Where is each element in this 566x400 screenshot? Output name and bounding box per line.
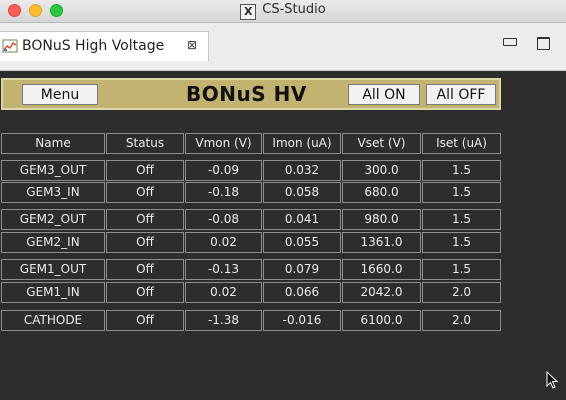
cell-status: Off — [106, 282, 184, 303]
cell-status: Off — [106, 310, 184, 331]
cell-vset: 1361.0 — [342, 232, 421, 253]
cell-vmon: 0.02 — [185, 232, 262, 253]
menu-button[interactable]: Menu — [22, 84, 98, 105]
cell-imon: 0.041 — [263, 209, 341, 230]
opi-display: Menu BONuS HV All ON All OFF Name Status V… — [0, 71, 566, 400]
cell-iset: 1.5 — [422, 209, 501, 230]
cell-vmon: -1.38 — [185, 310, 262, 331]
cell-name: GEM2_OUT — [1, 209, 105, 230]
cell-iset: 2.0 — [422, 282, 501, 303]
cell-imon: 0.066 — [263, 282, 341, 303]
cell-iset: 1.5 — [422, 232, 501, 253]
all-on-button[interactable]: All ON — [348, 84, 420, 105]
cell-name: GEM1_IN — [1, 282, 105, 303]
column-header-name: Name — [1, 133, 105, 154]
cell-imon: 0.032 — [263, 160, 341, 181]
mouse-cursor-icon — [546, 371, 559, 389]
column-header-vmon: Vmon (V) — [185, 133, 262, 154]
cell-imon: -0.016 — [263, 310, 341, 331]
cell-imon: 0.079 — [263, 259, 341, 280]
tab-bonus-high-voltage[interactable]: BONuS High Voltage ⊠ — [0, 31, 209, 61]
cell-vset: 300.0 — [342, 160, 421, 181]
window-title: X CS-Studio — [0, 2, 566, 20]
all-off-button[interactable]: All OFF — [426, 84, 496, 105]
window-titlebar: X CS-Studio — [0, 0, 566, 23]
cell-status: Off — [106, 160, 184, 181]
cell-iset: 1.5 — [422, 182, 501, 203]
cell-status: Off — [106, 209, 184, 230]
header-panel: Menu BONuS HV All ON All OFF — [1, 78, 501, 110]
cell-vset: 1660.0 — [342, 259, 421, 280]
cell-vset: 6100.0 — [342, 310, 421, 331]
cell-vmon: -0.13 — [185, 259, 262, 280]
maximize-view-button[interactable] — [537, 37, 550, 50]
cell-status: Off — [106, 232, 184, 253]
tab-close-icon[interactable]: ⊠ — [187, 38, 197, 52]
cell-imon: 0.055 — [263, 232, 341, 253]
cell-status: Off — [106, 182, 184, 203]
column-header-vset: Vset (V) — [342, 133, 421, 154]
x11-icon: X — [240, 4, 257, 20]
cell-name: CATHODE — [1, 310, 105, 331]
minimize-view-button[interactable] — [503, 38, 517, 46]
cell-name: GEM3_OUT — [1, 160, 105, 181]
cell-status: Off — [106, 259, 184, 280]
cell-vmon: -0.18 — [185, 182, 262, 203]
cell-vmon: 0.02 — [185, 282, 262, 303]
cell-iset: 1.5 — [422, 259, 501, 280]
cell-iset: 1.5 — [422, 160, 501, 181]
display-chart-icon — [2, 39, 18, 53]
window-title-text: CS-Studio — [262, 2, 326, 17]
cell-name: GEM2_IN — [1, 232, 105, 253]
tab-label: BONuS High Voltage — [22, 38, 165, 54]
cell-name: GEM1_OUT — [1, 259, 105, 280]
display-title: BONuS HV — [186, 82, 307, 106]
column-header-imon: Imon (uA) — [263, 133, 341, 154]
cell-vmon: -0.08 — [185, 209, 262, 230]
cell-iset: 2.0 — [422, 310, 501, 331]
cell-vmon: -0.09 — [185, 160, 262, 181]
cell-vset: 2042.0 — [342, 282, 421, 303]
editor-tab-bar: BONuS High Voltage ⊠ — [0, 23, 566, 71]
column-header-iset: Iset (uA) — [422, 133, 501, 154]
cell-vset: 680.0 — [342, 182, 421, 203]
cell-vset: 980.0 — [342, 209, 421, 230]
cell-name: GEM3_IN — [1, 182, 105, 203]
cell-imon: 0.058 — [263, 182, 341, 203]
column-header-status: Status — [106, 133, 184, 154]
